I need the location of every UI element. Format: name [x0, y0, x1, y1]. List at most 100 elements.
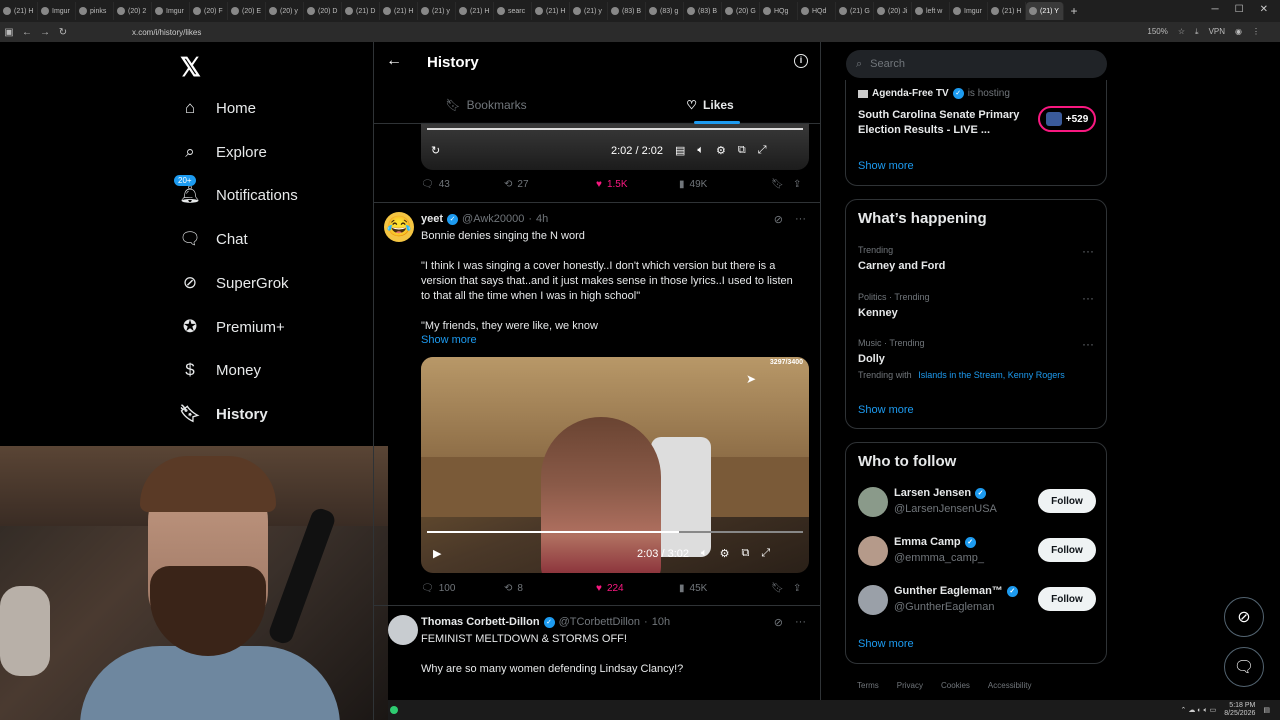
browser-tab[interactable]: Imgur — [950, 2, 988, 20]
more-icon[interactable]: ··· — [1082, 291, 1094, 305]
reply-button[interactable]: 🗨︎ 100 — [421, 583, 504, 594]
browser-tab[interactable]: (21) y — [570, 2, 608, 20]
like-button[interactable]: ♥ 224 — [596, 583, 679, 594]
post2-video[interactable]: 3297/3400 ▶ 2:03 / 3:02 🔈︎ ⚙ ⧉ ⤢ — [421, 357, 809, 573]
sidebar-item-premium[interactable]: ✪ Premium+ — [180, 315, 285, 339]
author-name[interactable]: yeet — [421, 213, 443, 225]
browser-tab[interactable]: Imgur — [38, 2, 76, 20]
browser-tab[interactable]: Imgur — [152, 2, 190, 20]
more-icon[interactable]: ··· — [795, 616, 806, 629]
tab-bookmarks[interactable]: 🔖︎ Bookmarks — [374, 86, 598, 124]
post-time[interactable]: 4h — [536, 213, 548, 225]
show-more-link[interactable]: Show more — [858, 638, 914, 650]
footer-link[interactable]: Terms — [857, 681, 879, 690]
trend-with-links[interactable]: Islands in the Stream, Kenny Rogers — [918, 370, 1065, 380]
follow-suggestion[interactable]: Emma Camp ✓ @emmma_camp_ Follow — [858, 534, 1096, 570]
browser-tab[interactable]: (21) H — [380, 2, 418, 20]
browser-tab[interactable]: (21) D — [342, 2, 380, 20]
trend-name[interactable]: Kenney — [858, 307, 898, 319]
pip-icon[interactable]: ⧉ — [741, 547, 749, 560]
avatar[interactable] — [858, 585, 888, 615]
clock[interactable]: 5:18 PM 8/25/2026 — [1224, 702, 1255, 718]
views-button[interactable]: ▮ 49K — [679, 179, 771, 190]
replay-icon[interactable]: ↻ — [431, 144, 440, 157]
show-more-link[interactable]: Show more — [421, 334, 477, 346]
like-button[interactable]: ♥ 1.5K — [596, 179, 679, 190]
browser-tab[interactable]: (20) 2 — [114, 2, 152, 20]
follow-suggestion[interactable]: Gunther Eagleman™ ✓ @GuntherEagleman Follow — [858, 583, 1096, 619]
play-icon[interactable]: ▶ — [433, 547, 441, 560]
chat-fab-button[interactable]: 🗨︎ — [1224, 647, 1264, 687]
browser-tab[interactable]: (83) g — [646, 2, 684, 20]
footer-link[interactable]: Privacy — [897, 681, 923, 690]
browser-tab[interactable]: (21) H — [456, 2, 494, 20]
author-handle[interactable]: @Awk20000 — [462, 213, 524, 225]
browser-tab[interactable]: searc — [494, 2, 532, 20]
browser-tab[interactable]: HQg — [760, 2, 798, 20]
browser-tab[interactable]: (20) E — [228, 2, 266, 20]
grok-fab-button[interactable]: ⊘ — [1224, 597, 1264, 637]
browser-tab[interactable]: (21) H — [0, 2, 38, 20]
fullscreen-icon[interactable]: ⤢ — [758, 144, 767, 157]
new-tab-button[interactable]: + — [1064, 4, 1084, 18]
sidebar-item-supergrok[interactable]: ⊘ SuperGrok — [180, 271, 289, 295]
menu-icon[interactable]: ⋮ — [1252, 27, 1260, 37]
browser-tab[interactable]: HQd — [798, 2, 836, 20]
bookmark-star-icon[interactable]: ☆ — [1178, 27, 1185, 37]
x-logo[interactable]: 𝕏 — [180, 52, 201, 83]
back-arrow-icon[interactable]: ← — [386, 52, 402, 70]
fullscreen-icon[interactable]: ⤢ — [761, 547, 770, 560]
sidebar-item-chat[interactable]: 🗨︎ Chat — [179, 227, 247, 251]
browser-tab[interactable]: (83) B — [608, 2, 646, 20]
profile-icon[interactable]: ◉ — [1235, 27, 1242, 37]
browser-tab[interactable]: (20) G — [722, 2, 760, 20]
bookmark-button[interactable]: 🔖︎ — [771, 179, 793, 190]
sidebar-item-money[interactable]: $ Money — [180, 358, 261, 382]
reply-button[interactable]: 🗨︎ 43 — [421, 179, 504, 190]
browser-tab[interactable]: (21) H — [988, 2, 1026, 20]
footer-link[interactable]: Cookies — [941, 681, 970, 690]
vpn-badge[interactable]: VPN — [1209, 27, 1225, 37]
share-icon[interactable]: ⇪ — [793, 583, 801, 594]
video-progress-bar[interactable] — [427, 128, 803, 130]
follow-button[interactable]: Follow — [1038, 489, 1096, 513]
sidebar-item-history[interactable]: 🔖︎ History — [179, 402, 267, 426]
browser-tab[interactable]: (21) H — [532, 2, 570, 20]
captions-icon[interactable]: ▤ — [675, 144, 685, 157]
browser-tab[interactable]: (20) F — [190, 2, 228, 20]
author-name[interactable]: Thomas Corbett-Dillon — [421, 616, 540, 628]
trend-name[interactable]: Dolly — [858, 353, 885, 365]
sidebar-item-notifications[interactable]: 🔔︎ 20+ Notifications — [174, 175, 298, 207]
follow-suggestion[interactable]: Larsen Jensen ✓ @LarsenJensenUSA Follow — [858, 485, 1096, 521]
grok-icon[interactable]: ⊘ — [774, 213, 783, 226]
browser-tab[interactable]: (20) D — [304, 2, 342, 20]
repost-button[interactable]: ⟲ 8 — [504, 583, 596, 594]
forward-icon[interactable]: → — [36, 27, 54, 38]
settings-gear-icon[interactable]: ⚙ — [720, 547, 730, 560]
download-icon[interactable]: ⤓ — [1195, 27, 1199, 37]
info-icon[interactable]: i — [794, 54, 808, 68]
show-more-link[interactable]: Show more — [858, 160, 914, 172]
avatar[interactable] — [388, 615, 418, 645]
follow-button[interactable]: Follow — [1038, 587, 1096, 611]
live-listeners-pill[interactable]: +529 — [1038, 106, 1096, 132]
live-card[interactable]: Agenda-Free TV ✓ is hosting South Caroli… — [845, 80, 1107, 186]
share-icon[interactable]: ⇪ — [793, 179, 801, 190]
more-icon[interactable]: ··· — [1082, 244, 1094, 258]
minimize-icon[interactable]: ─ — [1212, 4, 1219, 15]
pip-icon[interactable]: ⧉ — [738, 144, 746, 157]
back-icon[interactable]: ← — [18, 27, 36, 38]
settings-gear-icon[interactable]: ⚙ — [716, 144, 726, 157]
url-field[interactable]: x.com/i/history/likes — [132, 28, 201, 37]
tab-likes[interactable]: ♡ Likes — [598, 86, 820, 124]
browser-tab[interactable]: (20) Ji — [874, 2, 912, 20]
browser-tab[interactable]: (21) y — [418, 2, 456, 20]
trend-name[interactable]: Carney and Ford — [858, 260, 945, 272]
avatar[interactable] — [858, 536, 888, 566]
volume-icon[interactable]: 🔈︎ — [697, 144, 704, 157]
views-button[interactable]: ▮ 45K — [679, 583, 771, 594]
maximize-icon[interactable]: ☐ — [1235, 4, 1244, 15]
avatar[interactable] — [858, 487, 888, 517]
more-icon[interactable]: ··· — [1082, 337, 1094, 351]
grok-icon[interactable]: ⊘ — [774, 616, 783, 629]
